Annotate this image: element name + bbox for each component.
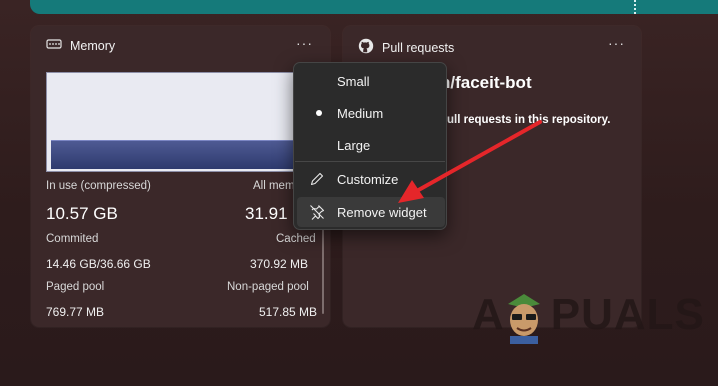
appuals-mascot-icon [508, 294, 540, 344]
watermark-text-left: A [472, 290, 505, 339]
arrow-head-icon [398, 180, 424, 203]
watermark-text-right: PUALS [550, 290, 705, 339]
